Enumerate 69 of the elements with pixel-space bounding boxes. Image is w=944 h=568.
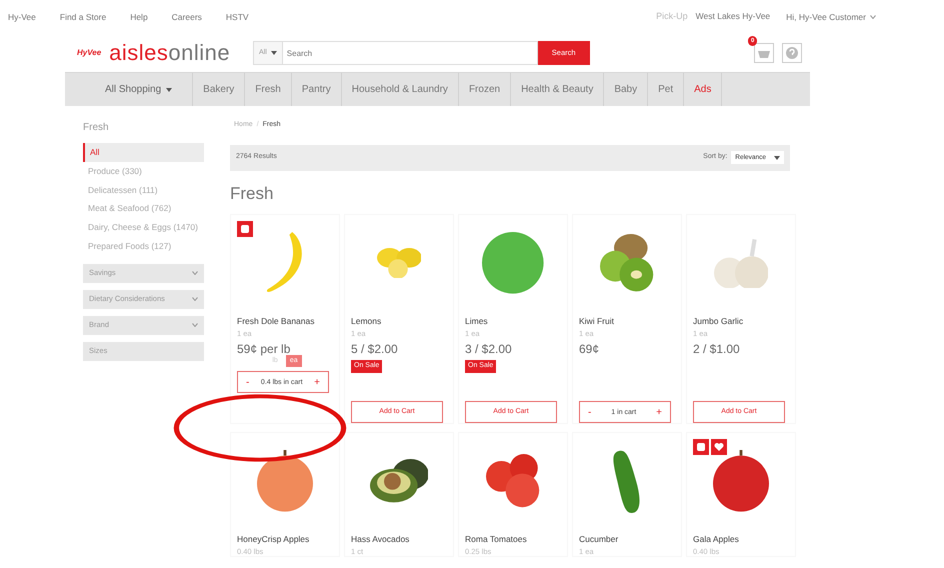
chevron-down-icon (192, 297, 198, 301)
lime-drawing (482, 232, 544, 294)
chevron-down-icon (192, 323, 198, 327)
note-icon (693, 439, 709, 455)
nav-tab[interactable]: Ads (684, 73, 722, 106)
avocado-drawing (370, 459, 428, 503)
pickup-label: Pick-Up (656, 10, 688, 24)
product-name[interactable]: Limes (465, 315, 561, 328)
top-link[interactable]: Hy-Vee (8, 10, 36, 24)
nav-tab[interactable]: Household & Laundry (342, 73, 459, 106)
product-name[interactable]: Lemons (351, 315, 447, 328)
site-logo: aislesonline (109, 42, 230, 64)
top-link[interactable]: Find a Store (60, 10, 106, 24)
top-link[interactable]: HSTV (226, 10, 249, 24)
top-link[interactable]: Help (130, 10, 148, 24)
chevron-down-icon (870, 15, 876, 19)
page-heading: Fresh (230, 182, 274, 204)
product-name[interactable]: Fresh Dole Bananas (237, 315, 333, 328)
product-name[interactable]: Gala Apples (693, 533, 789, 546)
apple-drawing (713, 450, 769, 512)
product-name[interactable]: Roma Tomatoes (465, 533, 561, 546)
cucumber-drawing (612, 450, 642, 512)
product-name[interactable]: Kiwi Fruit (579, 315, 675, 328)
tomatoes-drawing (486, 454, 540, 508)
product-price: 3 / $2.00 (465, 341, 513, 358)
caret-down-icon (166, 88, 172, 92)
category-link[interactable]: Delicatessen (111) (83, 180, 204, 200)
account-menu[interactable]: Hi, Hy-Vee Customer (786, 10, 866, 24)
nav-tab[interactable]: Bakery (193, 73, 246, 106)
sidebar-title: Fresh (83, 121, 110, 135)
apple-drawing (257, 450, 313, 512)
product-price: 69¢ (579, 341, 600, 358)
decrease-button[interactable]: - (244, 374, 252, 390)
nav-tab[interactable]: Baby (604, 73, 648, 106)
nav-tab[interactable]: All Shopping (85, 73, 194, 106)
nav-tab[interactable]: Frozen (458, 73, 512, 106)
nav-tab[interactable]: Pet (648, 73, 684, 106)
caret-down-icon (270, 51, 277, 55)
chevron-down-icon (192, 271, 198, 275)
nav-tab[interactable]: Health & Beauty (511, 73, 604, 106)
search-field[interactable]: Search (282, 41, 538, 65)
category-link[interactable]: Produce (330) (83, 162, 204, 180)
category-link[interactable]: Dairy, Cheese & Eggs (1470) (83, 218, 204, 237)
product-name[interactable]: Jumbo Garlic (693, 315, 789, 328)
pickup-store-link[interactable]: West Lakes Hy-Vee (696, 10, 770, 24)
increase-button[interactable]: + (654, 404, 664, 420)
category-link[interactable]: All (83, 143, 204, 162)
top-link[interactable]: Careers (172, 10, 202, 24)
nav-tab[interactable]: Fresh (245, 73, 292, 106)
product-name[interactable]: Cucumber (579, 533, 675, 546)
product-price: 5 / $2.00 (351, 341, 399, 358)
cart-icon (754, 43, 774, 63)
lemons-drawing (376, 248, 422, 278)
caret-down-icon (774, 156, 780, 160)
category-link[interactable]: Prepared Foods (127) (83, 236, 204, 256)
category-link[interactable]: Meat & Seafood (762) (83, 199, 204, 218)
decrease-button[interactable]: - (586, 404, 594, 420)
product-price: 2 / $1.00 (693, 341, 741, 358)
banana-drawing (266, 232, 304, 294)
product-price: 59¢ per lb (237, 341, 292, 356)
increase-button[interactable]: + (312, 374, 322, 390)
kiwi-drawing (600, 234, 654, 292)
brand-logo: HyVee (77, 47, 102, 59)
note-icon (237, 221, 253, 237)
product-name[interactable]: HoneyCrisp Apples (237, 533, 333, 546)
product-name[interactable]: Hass Avocados (351, 533, 447, 546)
nav-tab[interactable]: Pantry (292, 73, 342, 106)
garlic-drawing (714, 238, 768, 288)
help-icon (782, 43, 802, 63)
